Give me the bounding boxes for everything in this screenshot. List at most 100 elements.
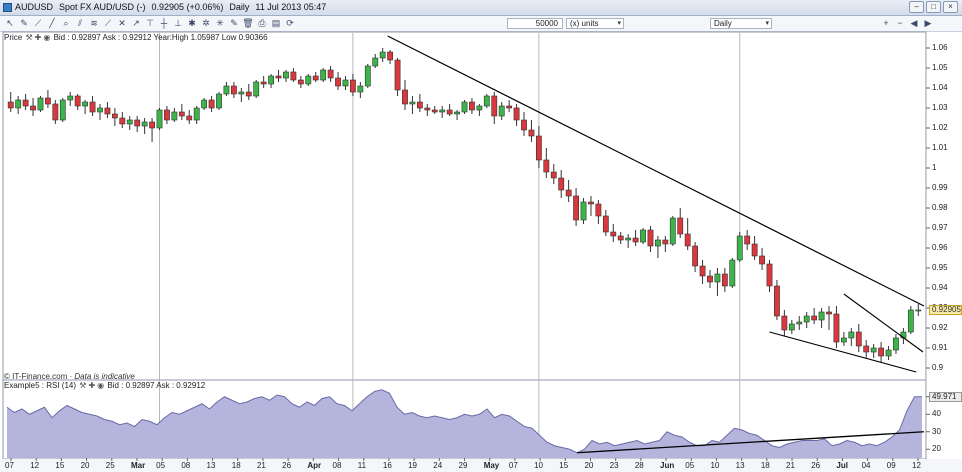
candle-up [729, 259, 736, 287]
candle-down [416, 101, 423, 109]
price-panel-frame [2, 31, 927, 381]
price-y-tick-label: 1.06 [932, 43, 948, 52]
rsi-y-tick-label: 40 [932, 409, 941, 419]
candle-down [134, 119, 141, 127]
x-tick-label: 04 [861, 461, 871, 470]
candle-down [521, 119, 527, 131]
candle-down [89, 101, 96, 113]
candle-down [149, 121, 155, 129]
candle-up [409, 101, 416, 105]
x-tick-label: 12 [912, 461, 921, 470]
x-tick-label: 20 [80, 461, 90, 470]
candle-down [104, 107, 111, 115]
price-y-tick-label: 1.05 [932, 63, 948, 72]
candle-up [454, 111, 460, 115]
candle-down [491, 95, 498, 117]
candle-up [655, 239, 661, 247]
x-tick-label: 25 [105, 461, 115, 470]
data-source-note: © IT-Finance.com · Data is indicative [4, 372, 135, 381]
price-y-tick-label: 1 [932, 163, 937, 172]
candle-down [766, 263, 773, 287]
rsi-bid: Bid : 0.92897 [107, 381, 155, 390]
eye-icon[interactable]: ◉ [43, 33, 50, 42]
candle-up [788, 323, 795, 331]
x-tick-label: 21 [786, 461, 795, 470]
candle-down [22, 99, 29, 107]
candle-up [372, 57, 379, 67]
candle-up [193, 107, 200, 121]
candle-down [52, 103, 59, 121]
price-y-tick-label: 0.98 [932, 203, 948, 212]
candle-up [893, 337, 899, 351]
x-tick-label: 18 [760, 461, 770, 470]
candle-up [216, 93, 222, 109]
candle-down [588, 201, 594, 205]
wrench-icon[interactable]: ⚒ [79, 381, 86, 390]
candle-down [186, 115, 193, 121]
candle-up [283, 71, 289, 79]
candle-down [558, 177, 565, 191]
candle-up [439, 109, 446, 113]
candle-down [744, 235, 751, 245]
candle-up [476, 105, 483, 111]
price-y-tick-label: 1.04 [932, 83, 948, 92]
x-tick-label: Apr [307, 461, 322, 470]
x-tick-label: 18 [231, 461, 241, 470]
candle-down [45, 97, 51, 105]
candle-down [855, 331, 862, 347]
candle-up [796, 321, 803, 325]
eye-icon[interactable]: ◉ [97, 381, 104, 390]
candle-down [178, 111, 185, 117]
chart-canvas[interactable] [0, 0, 962, 472]
candle-down [699, 265, 706, 277]
candle-up [915, 309, 922, 312]
wrench-icon[interactable]: ⚒ [25, 33, 32, 42]
pin-icon[interactable]: ✚ [35, 33, 42, 42]
candle-down [677, 217, 684, 235]
candle-down [632, 237, 639, 243]
pin-icon[interactable]: ✚ [88, 381, 95, 390]
candle-down [119, 117, 126, 125]
price-y-tick-label: 1.01 [932, 143, 948, 152]
candle-down [759, 255, 765, 265]
candle-down [245, 91, 252, 97]
price-y-tick-label: 0.96 [932, 243, 948, 252]
candle-up [97, 107, 103, 113]
candle-down [528, 129, 535, 137]
candle-down [647, 229, 654, 247]
price-y-tick-label: 0.91 [932, 343, 948, 352]
candle-up [253, 81, 260, 97]
rsi-ask: Ask : 0.92912 [156, 381, 206, 390]
last-price-badge: 0.92905 [929, 305, 962, 315]
x-tick-label: 13 [735, 461, 745, 470]
candle-down [350, 79, 356, 93]
x-tick-label: 07 [5, 461, 14, 470]
x-tick-label: 26 [282, 461, 292, 470]
candle-up [870, 347, 877, 353]
candle-down [610, 231, 617, 237]
candle-down [335, 77, 341, 87]
price-y-tick-label: 0.9 [932, 363, 944, 372]
x-tick-label: 12 [30, 461, 40, 470]
candle-down [506, 105, 513, 109]
candle-up [156, 109, 163, 129]
x-tick-label: 15 [55, 461, 65, 470]
candle-down [111, 113, 118, 119]
candle-down [208, 99, 215, 109]
candle-down [312, 75, 319, 81]
candle-down [684, 233, 691, 247]
x-tick-label: 10 [534, 461, 543, 470]
x-tick-label: 24 [433, 461, 443, 470]
candle-up [848, 331, 855, 339]
candle-down [826, 311, 832, 315]
candle-up [461, 101, 468, 113]
rsi-panel-label: Example5 : RSI (14) [4, 381, 77, 390]
candle-down [164, 109, 170, 121]
x-tick-label: 15 [559, 461, 569, 470]
price-year-high: Year:High 1.05987 [153, 33, 220, 42]
x-tick-label: 07 [508, 461, 518, 470]
candle-down [543, 159, 550, 173]
candle-down [394, 59, 401, 91]
price-year-low: Low 0.90366 [221, 33, 268, 42]
candle-down [811, 315, 818, 321]
